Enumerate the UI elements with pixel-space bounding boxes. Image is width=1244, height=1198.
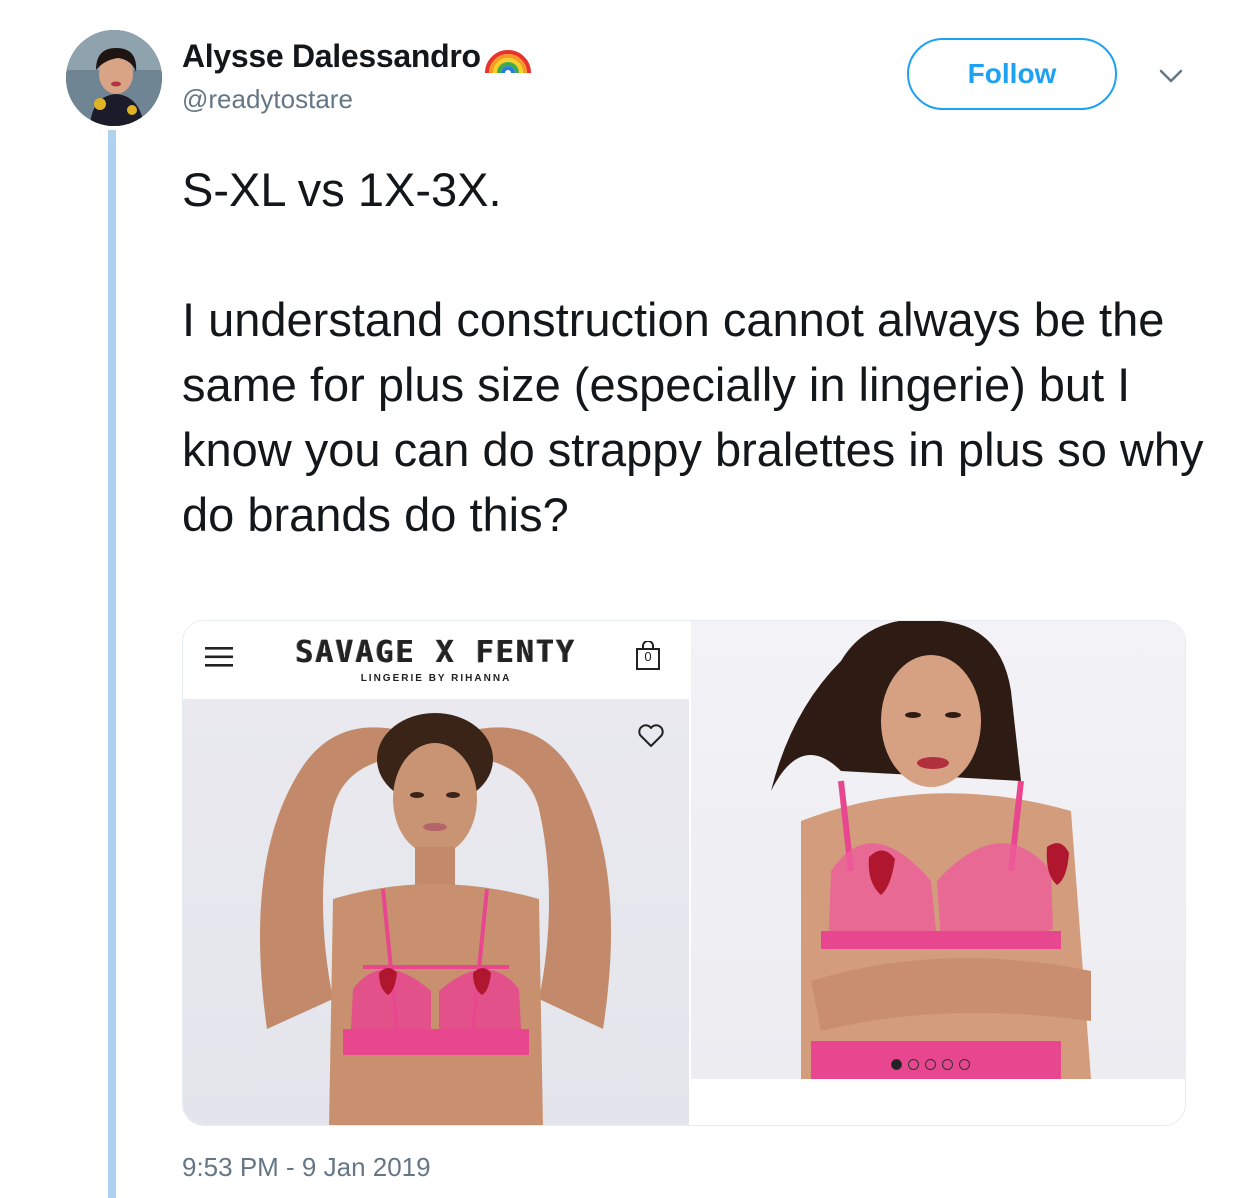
- chevron-down-icon[interactable]: [1157, 66, 1185, 86]
- thread-connector-line: [108, 130, 116, 1198]
- bag-count: 0: [644, 649, 652, 664]
- brand-logo: SAVAGE X FENTY: [295, 635, 577, 670]
- tweet-timestamp[interactable]: 9:53 PM - 9 Jan 2019: [182, 1152, 431, 1183]
- product-photo-left: [183, 699, 689, 1125]
- carousel-dot-4[interactable]: [942, 1059, 953, 1070]
- tweet-media[interactable]: SAVAGE X FENTY LINGERIE BY RIHANNA 0: [182, 620, 1186, 1126]
- shop-header: SAVAGE X FENTY LINGERIE BY RIHANNA 0: [183, 621, 689, 699]
- model-photo-illustration: [259, 713, 612, 1125]
- user-handle[interactable]: @readytostare: [182, 84, 353, 115]
- carousel-dots[interactable]: [891, 1059, 970, 1070]
- model-photo-illustration-plus: [771, 621, 1091, 1079]
- media-image-left[interactable]: SAVAGE X FENTY LINGERIE BY RIHANNA 0: [183, 621, 689, 1125]
- product-photo-right[interactable]: [691, 621, 1185, 1079]
- carousel-dot-3[interactable]: [925, 1059, 936, 1070]
- display-name[interactable]: Alysse Dalessandro: [182, 38, 533, 75]
- tweet-text: S-XL vs 1X-3X. I understand construction…: [182, 163, 1204, 541]
- carousel-dot-1[interactable]: [891, 1059, 902, 1070]
- rainbow-icon: [484, 49, 531, 73]
- display-name-text[interactable]: Alysse Dalessandro: [182, 38, 481, 75]
- brand-subtitle: LINGERIE BY RIHANNA: [360, 673, 512, 684]
- carousel-dot-5[interactable]: [959, 1059, 970, 1070]
- avatar-image: [66, 30, 162, 126]
- carousel-dot-2[interactable]: [908, 1059, 919, 1070]
- heart-icon[interactable]: [637, 723, 665, 749]
- follow-button[interactable]: Follow: [907, 38, 1117, 110]
- avatar[interactable]: [66, 30, 162, 126]
- menu-icon: [205, 647, 233, 667]
